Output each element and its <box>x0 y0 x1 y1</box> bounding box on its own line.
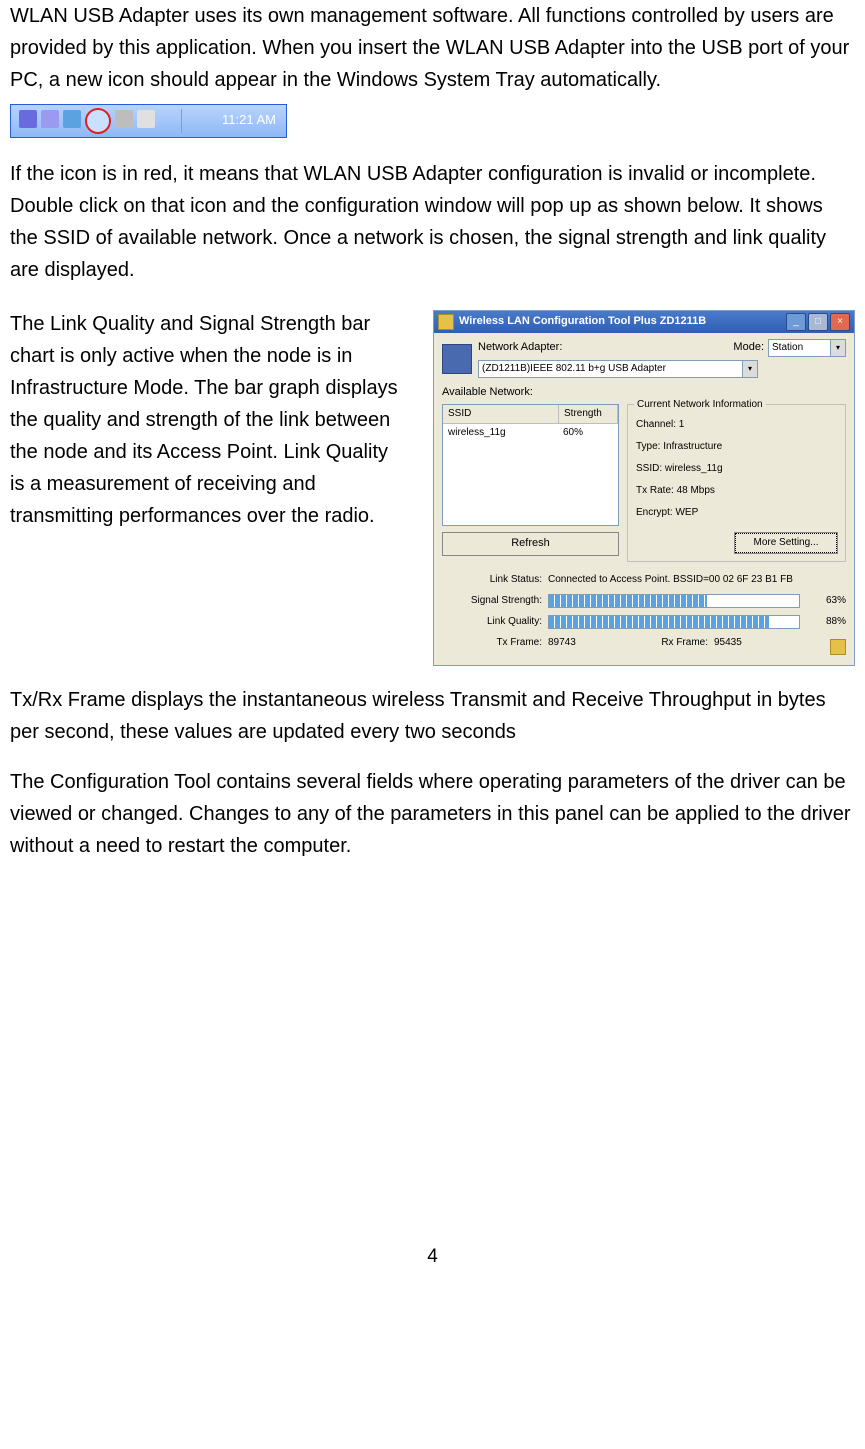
paragraph-3: The Link Quality and Signal Strength bar… <box>10 308 400 532</box>
group-title: Current Network Information <box>634 397 766 413</box>
window-title: Wireless LAN Configuration Tool Plus ZD1… <box>459 313 786 331</box>
network-adapter-label: Network Adapter: <box>478 339 562 357</box>
paragraph-5: The Configuration Tool contains several … <box>10 766 855 862</box>
rx-frame-value: 95435 <box>714 635 742 655</box>
cell-ssid: wireless_11g <box>443 424 558 442</box>
adapter-icon <box>442 344 472 374</box>
tray-clock: 11:21 AM <box>222 110 276 131</box>
app-icon <box>438 314 454 330</box>
signal-strength-bar <box>548 594 800 608</box>
refresh-button[interactable]: Refresh <box>442 532 619 556</box>
signal-strength-value: 63% <box>810 593 846 609</box>
window-titlebar[interactable]: Wireless LAN Configuration Tool Plus ZD1… <box>434 311 854 333</box>
mode-label: Mode: <box>733 339 764 357</box>
info-encrypt: Encrypt: WEP <box>636 505 837 521</box>
mode-value: Station <box>772 340 803 356</box>
page-number: 4 <box>10 1242 855 1272</box>
link-status-label: Link Status: <box>442 572 542 588</box>
tray-icon <box>115 110 133 128</box>
network-table[interactable]: SSID Strength wireless_11g 60% <box>442 404 619 526</box>
system-tray-image: 11:21 AM <box>10 104 855 148</box>
more-setting-button[interactable]: More Setting... <box>735 533 837 553</box>
link-quality-label: Link Quality: <box>442 614 542 630</box>
chevron-down-icon: ▾ <box>742 361 757 377</box>
cell-strength: 60% <box>558 424 618 442</box>
info-txrate: Tx Rate: 48 Mbps <box>636 483 837 499</box>
wlan-adapter-icon <box>85 108 111 134</box>
tray-icon <box>63 110 81 128</box>
table-row[interactable]: wireless_11g 60% <box>443 424 618 442</box>
signal-strength-label: Signal Strength: <box>442 593 542 609</box>
tx-frame-value: 89743 <box>548 635 618 655</box>
mode-select[interactable]: Station ▾ <box>768 339 846 357</box>
tx-frame-label: Tx Frame: <box>442 635 542 655</box>
link-status-value: Connected to Access Point. BSSID=00 02 6… <box>548 572 793 588</box>
paragraph-1: WLAN USB Adapter uses its own management… <box>10 0 855 96</box>
link-quality-value: 88% <box>810 614 846 630</box>
maximize-button[interactable]: □ <box>808 313 828 331</box>
close-button[interactable]: × <box>830 313 850 331</box>
current-network-info-group: Current Network Information Channel: 1 T… <box>627 404 846 562</box>
chevron-down-icon: ▾ <box>830 340 845 356</box>
info-type: Type: Infrastructure <box>636 439 837 455</box>
info-channel: Channel: 1 <box>636 417 837 433</box>
config-tool-window: Wireless LAN Configuration Tool Plus ZD1… <box>433 310 855 666</box>
app-icon <box>830 639 846 655</box>
col-ssid[interactable]: SSID <box>443 405 559 424</box>
minimize-button[interactable]: _ <box>786 313 806 331</box>
adapter-select[interactable]: (ZD1211B)IEEE 802.11 b+g USB Adapter ▾ <box>478 360 758 378</box>
paragraph-2: If the icon is in red, it means that WLA… <box>10 158 855 286</box>
tray-icon <box>41 110 59 128</box>
tray-icon <box>137 110 155 128</box>
rx-frame-label: Rx Frame: <box>618 635 708 655</box>
paragraph-4: Tx/Rx Frame displays the instantaneous w… <box>10 684 855 748</box>
adapter-value: (ZD1211B)IEEE 802.11 b+g USB Adapter <box>482 361 666 377</box>
tray-icon <box>19 110 37 128</box>
link-quality-bar <box>548 615 800 629</box>
col-strength[interactable]: Strength <box>559 405 618 424</box>
info-ssid: SSID: wireless_11g <box>636 461 837 477</box>
